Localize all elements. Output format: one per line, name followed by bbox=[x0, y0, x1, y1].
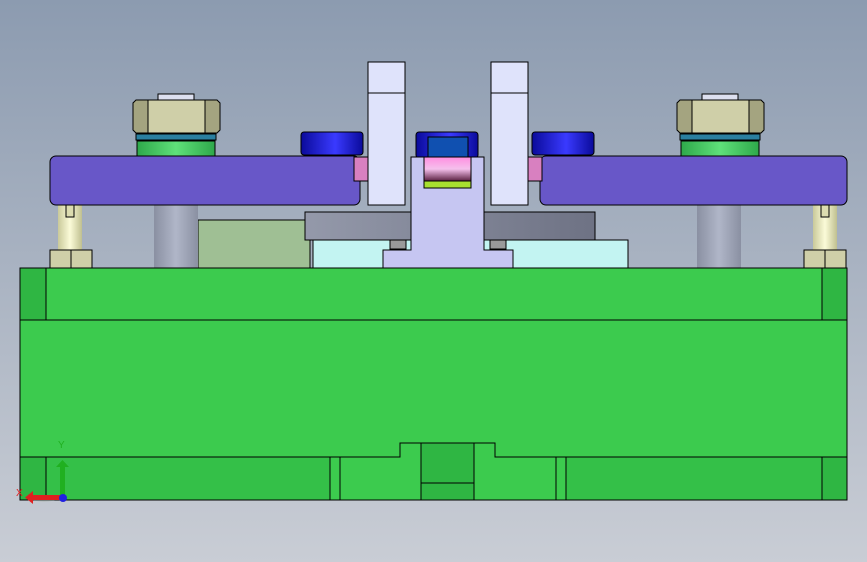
guide-post-right bbox=[697, 205, 741, 268]
bushing-right bbox=[489, 239, 507, 250]
z-axis-dot bbox=[59, 494, 67, 502]
hex-nut-left bbox=[132, 93, 221, 157]
clamp-plate-right bbox=[539, 155, 848, 206]
base-block bbox=[19, 267, 848, 501]
cad-viewport[interactable]: Y X bbox=[0, 0, 867, 562]
green-washer bbox=[423, 180, 472, 189]
hex-nut-right bbox=[676, 93, 765, 157]
pink-insert-right bbox=[527, 156, 543, 182]
bushing-left bbox=[389, 239, 407, 250]
blue-pin bbox=[427, 136, 469, 158]
clamp-plate-left bbox=[49, 155, 361, 206]
y-axis-label: Y bbox=[58, 440, 65, 451]
y-axis-arrow bbox=[60, 466, 65, 498]
x-axis-arrow bbox=[32, 495, 62, 500]
pink-insert-left bbox=[353, 156, 369, 182]
guide-post-left bbox=[154, 205, 198, 268]
x-axis-label: X bbox=[16, 488, 23, 499]
blue-cap-right bbox=[531, 131, 595, 156]
blue-cap-left bbox=[300, 131, 364, 156]
pink-ring bbox=[423, 156, 472, 182]
side-block bbox=[197, 219, 311, 269]
